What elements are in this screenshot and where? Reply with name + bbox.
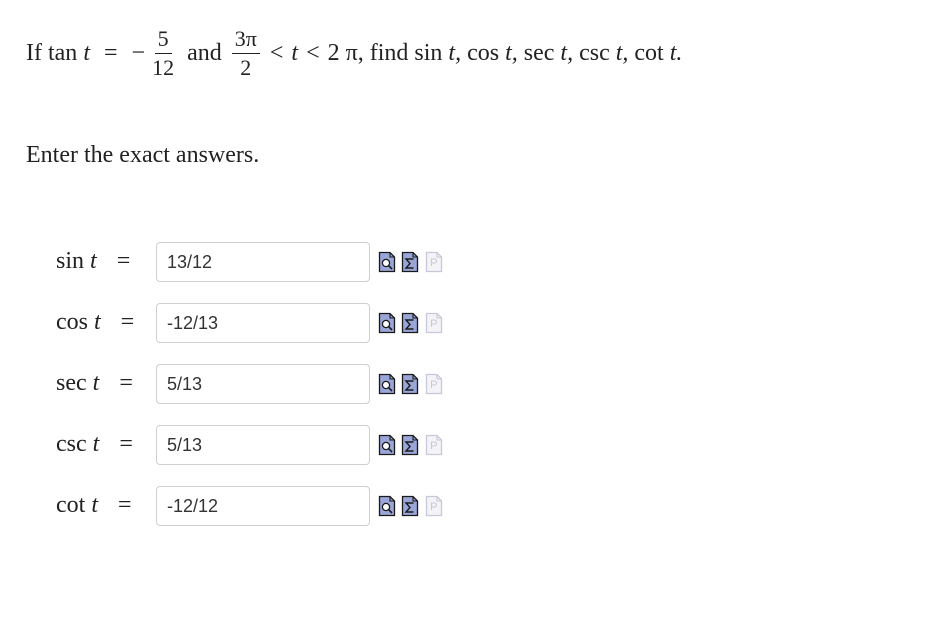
equals-sign: = — [119, 370, 133, 396]
problem-var-t: t, — [615, 40, 629, 66]
answer-row-sin: sin t = — [0, 242, 942, 282]
fraction-numerator: 3π — [231, 28, 260, 54]
preview-icon[interactable] — [378, 312, 396, 334]
function-name: csc — [56, 431, 87, 457]
problem-upper-bound: 2 π, find — [327, 40, 409, 66]
function-name: cot — [56, 492, 86, 518]
equation-editor-icon[interactable] — [401, 251, 419, 273]
problem-sin-fn: sin — [414, 40, 443, 66]
problem-statement: If tan t = − 5 12 and 3π 2 < t < 2 π, fi… — [26, 28, 682, 79]
answer-label: sec t = — [56, 370, 133, 397]
csc-answer-input[interactable] — [156, 425, 370, 465]
problem-var-t: t — [291, 40, 299, 66]
cot-answer-input[interactable] — [156, 486, 370, 526]
answer-row-cos: cos t = — [0, 303, 942, 343]
variable-t: t — [92, 370, 100, 396]
problem-if: If — [26, 40, 42, 66]
variable-t: t — [91, 492, 98, 518]
fraction-5-12: 5 12 — [149, 28, 177, 79]
answer-row-sec: sec t = — [0, 364, 942, 404]
preview-icon[interactable] — [378, 373, 396, 395]
problem-cot-fn: cot — [634, 40, 664, 66]
preview-icon[interactable] — [378, 495, 396, 517]
problem-var-t: t, — [505, 40, 518, 66]
problem-var-t: t. — [669, 40, 683, 66]
feedback-icon — [425, 312, 443, 334]
feedback-icon — [425, 434, 443, 456]
fraction-denominator: 12 — [152, 55, 175, 80]
function-name: sin — [56, 248, 85, 274]
variable-t: t — [90, 248, 97, 274]
problem-less-than: < — [306, 40, 320, 66]
problem-tan-fn: tan — [47, 40, 78, 66]
variable-t: t — [94, 309, 101, 335]
answer-label: csc t = — [56, 431, 133, 458]
problem-sec-fn: sec — [523, 40, 555, 66]
cos-answer-input[interactable] — [156, 303, 370, 343]
equation-editor-icon[interactable] — [401, 495, 419, 517]
fraction-denominator: 2 — [240, 55, 252, 80]
equals-sign: = — [119, 431, 133, 457]
equation-editor-icon[interactable] — [401, 373, 419, 395]
sec-answer-input[interactable] — [156, 364, 370, 404]
problem-and: and — [187, 40, 222, 66]
problem-csc-fn: csc — [579, 40, 610, 66]
problem-var-t: t — [83, 40, 90, 66]
problem-cos-fn: cos — [467, 40, 500, 66]
function-name: sec — [56, 370, 87, 396]
fraction-numerator: 5 — [154, 28, 172, 54]
problem-var-t: t, — [560, 40, 574, 66]
feedback-icon — [425, 373, 443, 395]
fraction-3pi-2: 3π 2 — [231, 28, 260, 80]
sin-answer-input[interactable] — [156, 242, 370, 282]
preview-icon[interactable] — [378, 434, 396, 456]
answer-label: sin t = — [56, 248, 130, 275]
feedback-icon — [425, 251, 443, 273]
answer-label: cos t = — [56, 309, 134, 336]
problem-equals: = — [103, 40, 118, 66]
equals-sign: = — [118, 492, 132, 518]
equation-editor-icon[interactable] — [401, 312, 419, 334]
equation-editor-icon[interactable] — [401, 434, 419, 456]
answer-label: cot t = — [56, 492, 132, 519]
variable-t: t — [92, 431, 100, 457]
function-name: cos — [56, 309, 88, 335]
equals-sign: = — [116, 248, 131, 274]
preview-icon[interactable] — [378, 251, 396, 273]
instruction-text: Enter the exact answers. — [26, 142, 260, 168]
feedback-icon — [425, 495, 443, 517]
problem-var-t: t, — [448, 40, 462, 66]
answer-row-csc: csc t = — [0, 425, 942, 465]
equals-sign: = — [120, 309, 135, 335]
problem-less-than: < — [269, 40, 284, 66]
answer-row-cot: cot t = — [0, 486, 942, 526]
problem-minus: − — [131, 40, 146, 66]
